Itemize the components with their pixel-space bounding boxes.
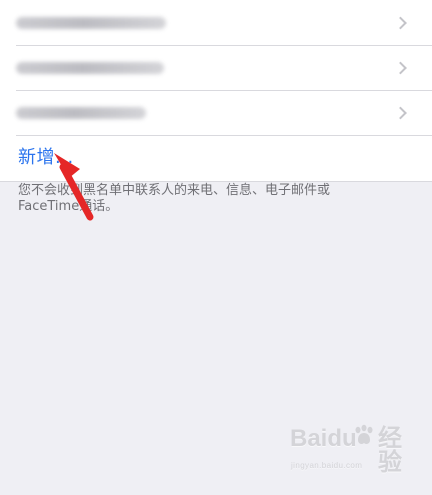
chevron-right-icon xyxy=(394,106,407,119)
blurred-phone-number xyxy=(16,61,164,74)
chevron-right-icon xyxy=(394,61,407,74)
blocked-contact-row[interactable] xyxy=(0,45,432,90)
baidu-jingyan-logo: Baidu 经验 jingyan.baidu.com xyxy=(290,424,410,475)
blurred-phone-number xyxy=(16,106,146,119)
blurred-phone-number xyxy=(16,16,166,29)
paw-icon xyxy=(355,424,373,444)
blocked-contact-row[interactable] xyxy=(0,90,432,135)
watermark-site: jingyan.baidu.com xyxy=(291,461,363,470)
watermark-product: 经验 xyxy=(378,425,402,476)
chevron-right-icon xyxy=(394,16,407,29)
red-arrow-icon xyxy=(54,153,94,221)
blocked-contact-row[interactable] xyxy=(0,0,432,45)
watermark-brand: Baidu xyxy=(290,425,357,452)
